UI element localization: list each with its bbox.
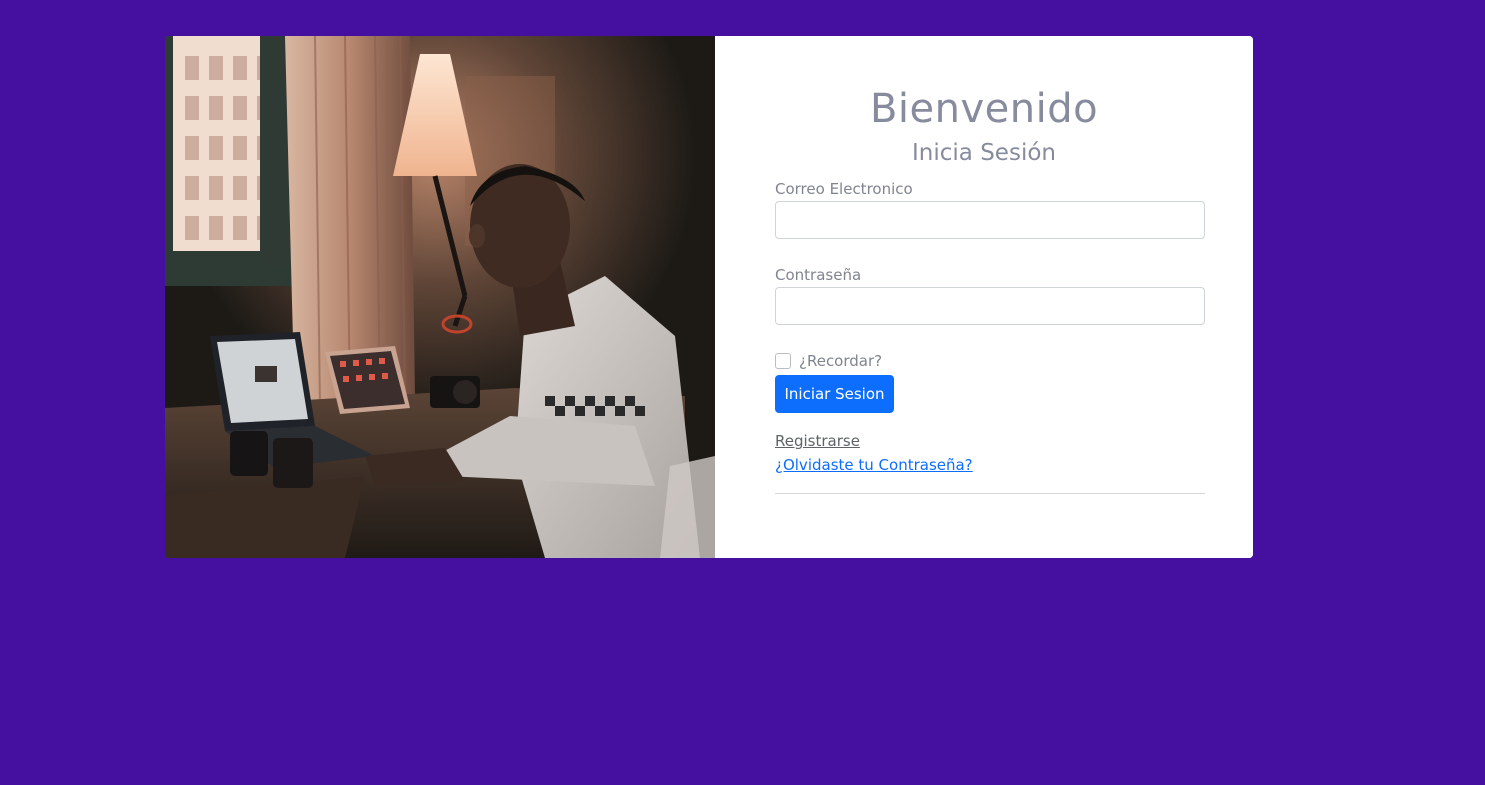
login-card: Bienvenido Inicia Sesión Correo Electron… bbox=[165, 36, 1253, 558]
forgot-password-link[interactable]: ¿Olvidaste tu Contraseña? bbox=[775, 456, 973, 474]
remember-label: ¿Recordar? bbox=[799, 352, 883, 370]
hero-photo bbox=[165, 36, 715, 558]
email-field[interactable] bbox=[775, 201, 1205, 239]
login-button[interactable]: Iniciar Sesion bbox=[775, 375, 894, 413]
page-subtitle: Inicia Sesión bbox=[912, 140, 1056, 166]
email-label: Correo Electronico bbox=[775, 180, 913, 198]
remember-row: ¿Recordar? bbox=[775, 352, 882, 370]
password-label: Contraseña bbox=[775, 266, 862, 284]
divider bbox=[775, 493, 1205, 494]
page-title: Bienvenido bbox=[869, 86, 1099, 132]
remember-checkbox[interactable] bbox=[775, 353, 791, 369]
person-at-desk-illustration bbox=[165, 36, 715, 558]
register-link[interactable]: Registrarse bbox=[775, 432, 860, 450]
password-field[interactable] bbox=[775, 287, 1205, 325]
login-form-panel: Bienvenido Inicia Sesión Correo Electron… bbox=[715, 36, 1253, 558]
